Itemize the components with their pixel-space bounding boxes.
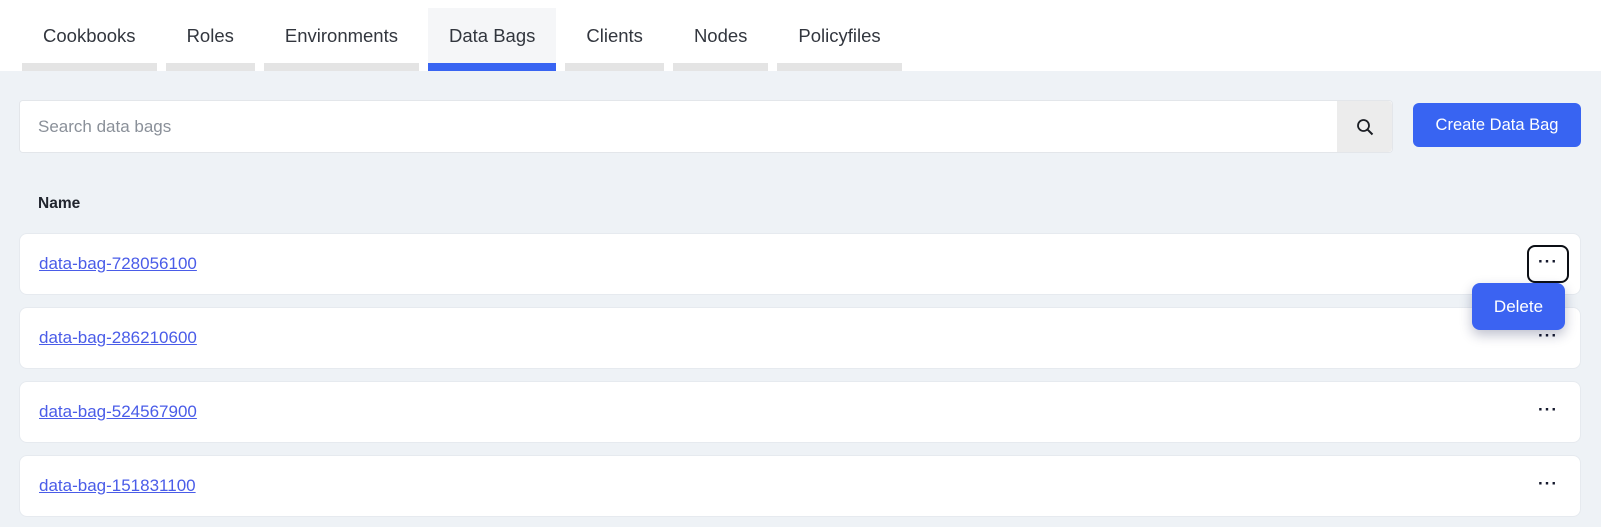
search-bar [19, 100, 1393, 153]
search-icon [1355, 117, 1375, 137]
table-column-header-name: Name [38, 195, 80, 213]
tab-label: Nodes [694, 25, 747, 47]
tab-list: Cookbooks Roles Environments Data Bags C… [0, 0, 1601, 71]
tab-bar: Cookbooks Roles Environments Data Bags C… [0, 0, 1601, 71]
horizontal-ellipsis-icon: ··· [1538, 475, 1558, 492]
row-more-options-button[interactable]: ··· [1527, 245, 1569, 283]
tab-label: Roles [187, 25, 234, 47]
tab-label: Environments [285, 25, 398, 47]
tab-cookbooks[interactable]: Cookbooks [22, 8, 157, 71]
delete-menu-item[interactable]: Delete [1472, 283, 1565, 330]
tab-data-bags[interactable]: Data Bags [428, 8, 556, 71]
data-bag-link[interactable]: data-bag-524567900 [39, 402, 197, 422]
data-bag-link[interactable]: data-bag-286210600 [39, 328, 197, 348]
tab-roles[interactable]: Roles [166, 8, 255, 71]
horizontal-ellipsis-icon: ··· [1538, 253, 1558, 270]
tab-label: Data Bags [449, 25, 535, 47]
tab-policyfiles[interactable]: Policyfiles [777, 8, 901, 71]
table-row: data-bag-524567900 ··· [19, 381, 1581, 443]
row-more-options-button[interactable]: ··· [1527, 467, 1569, 505]
tab-label: Clients [586, 25, 643, 47]
tab-nodes[interactable]: Nodes [673, 8, 768, 71]
table-row: data-bag-286210600 ··· [19, 307, 1581, 369]
data-bag-link[interactable]: data-bag-728056100 [39, 254, 197, 274]
tab-environments[interactable]: Environments [264, 8, 419, 71]
tab-label: Policyfiles [798, 25, 880, 47]
horizontal-ellipsis-icon: ··· [1538, 401, 1558, 418]
data-bag-link[interactable]: data-bag-151831100 [39, 476, 196, 496]
table-row: data-bag-151831100 ··· [19, 455, 1581, 517]
search-input[interactable] [20, 101, 1337, 152]
table-row: data-bag-728056100 ··· [19, 233, 1581, 295]
tab-clients[interactable]: Clients [565, 8, 664, 71]
row-more-options-button[interactable]: ··· [1527, 393, 1569, 431]
create-data-bag-button[interactable]: Create Data Bag [1413, 103, 1581, 147]
tab-label: Cookbooks [43, 25, 136, 47]
search-button[interactable] [1337, 101, 1392, 152]
